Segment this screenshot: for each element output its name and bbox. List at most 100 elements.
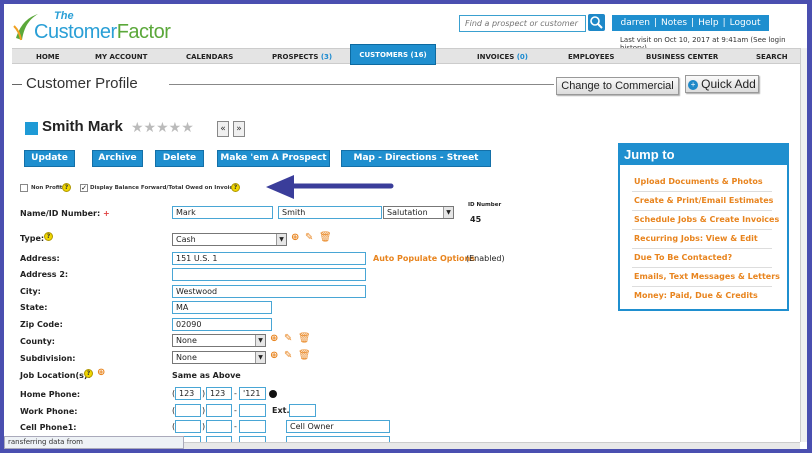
work-phone-ext[interactable] [289,404,316,417]
state-field[interactable]: MA [172,301,272,314]
salutation-select[interactable]: Salutation ▼ [383,206,454,219]
phone-dash: - [234,389,237,398]
address-field[interactable]: 151 U.S. 1 [172,252,366,265]
type-select[interactable]: Cash ▼ [172,233,287,246]
county-label: County: [20,337,55,346]
customer-name: Smith Mark [42,118,123,135]
search-input[interactable] [459,15,586,32]
work-phone-prefix[interactable] [206,404,232,417]
logout-link[interactable]: Logout [730,18,761,28]
jump-emails-texts[interactable]: Emails, Text Messages & Letters [634,272,780,281]
edit-pencil-icon[interactable]: ✎ [305,232,313,243]
update-button[interactable]: Update [24,150,75,167]
delete-trash-icon[interactable]: 🗑 [298,333,311,344]
work-phone-area[interactable] [175,404,201,417]
job-location-help-icon[interactable]: ? [84,369,93,378]
make-prospect-button[interactable]: Make 'em A Prospect [217,150,330,167]
address2-field[interactable] [172,268,366,281]
vertical-scrollbar[interactable] [800,48,807,442]
jump-money[interactable]: Money: Paid, Due & Credits [634,291,758,300]
jump-schedule-jobs[interactable]: Schedule Jobs & Create Invoices [634,215,779,224]
display-balance-checkbox[interactable]: ✓ [80,184,88,192]
county-select[interactable]: None ▼ [172,334,266,347]
add-type-icon[interactable]: ⊕ [291,232,299,243]
search-button[interactable] [588,14,605,31]
archive-button[interactable]: Archive [92,150,143,167]
nav-invoices[interactable]: INVOICES (0) [477,49,528,65]
map-directions-button[interactable]: Map - Directions - Street View [341,150,491,178]
jump-divider [632,286,772,287]
non-profit-help-icon[interactable]: ? [62,183,71,192]
phone-dial-icon[interactable] [269,390,277,398]
user-bar-sep: | [722,18,726,28]
status-bar: ransferring data from www.thecustomerfac… [4,436,184,449]
jump-estimates[interactable]: Create & Print/Email Estimates [634,196,773,205]
nav-business-center[interactable]: BUSINESS CENTER [646,49,718,65]
title-rule-right [169,84,554,85]
chevron-down-icon: ▼ [255,352,265,363]
prev-customer-button[interactable]: « [217,121,229,137]
plus-circle-icon: + [688,80,699,90]
jump-due-contacted[interactable]: Due To Be Contacted? [634,253,732,262]
help-link[interactable]: Help [698,18,719,28]
logo-wordmark: CustomerFactor [34,21,171,44]
job-location-label: Job Location(s): [20,371,91,380]
first-name-field[interactable]: Mark [172,206,273,219]
delete-trash-icon[interactable]: 🗑 [319,232,332,243]
logo[interactable]: The CustomerFactor [12,10,182,46]
name-id-label: Name/ID Number: + [20,209,110,218]
work-phone-label: Work Phone: [20,407,78,416]
jump-upload-documents[interactable]: Upload Documents & Photos [634,177,763,186]
delete-trash-icon[interactable]: 🗑 [298,350,311,361]
rating-stars[interactable]: ★★★★★ [131,120,194,136]
notes-link[interactable]: Notes [661,18,687,28]
type-help-icon[interactable]: ? [44,232,53,241]
add-job-location-icon[interactable]: ⊕ [97,367,105,378]
auto-populate-link[interactable]: Auto Populate Options [373,254,475,263]
home-phone-label: Home Phone: [20,390,81,399]
nav-search[interactable]: SEARCH [756,49,788,65]
city-field[interactable]: Westwood [172,285,366,298]
nav-my-account[interactable]: MY ACCOUNT [95,49,147,65]
home-phone-area[interactable]: 123 [175,387,201,400]
logo-factor: Factor [116,21,171,43]
cell-owner-field[interactable]: Cell Owner [286,420,390,433]
nav-invoices-count: (0) [516,53,528,61]
nav-my-account-label: MY ACCOUNT [95,53,148,61]
edit-pencil-icon[interactable]: ✎ [284,350,292,361]
nav-prospects[interactable]: PROSPECTS (3) [272,49,332,65]
edit-pencil-icon[interactable]: ✎ [284,333,292,344]
add-subdivision-icon[interactable]: ⊕ [270,350,278,361]
user-bar: darren | Notes | Help | Logout [612,15,769,31]
last-name-field[interactable]: Smith [278,206,382,219]
customer-color-square [25,122,38,135]
home-phone-line[interactable]: '121 [239,387,266,400]
change-to-commercial-button[interactable]: Change to Commercial [556,77,679,95]
cell-phone-area[interactable] [175,420,201,433]
nav-employees[interactable]: EMPLOYEES [568,49,614,65]
work-phone-line[interactable] [239,404,266,417]
subdivision-select[interactable]: None ▼ [172,351,266,364]
nav-customers[interactable]: CUSTOMERS (16) [350,44,436,65]
next-customer-button[interactable]: » [233,121,245,137]
annotation-arrow-icon [266,175,394,199]
nav-home[interactable]: HOME [36,49,60,65]
user-name[interactable]: darren [620,18,650,28]
home-phone-prefix[interactable]: 123 [206,387,232,400]
zip-field[interactable]: 02090 [172,318,272,331]
jump-recurring-jobs[interactable]: Recurring Jobs: View & Edit [634,234,758,243]
jump-divider [632,248,772,249]
chevron-down-icon: ▼ [443,207,453,218]
non-profit-checkbox[interactable] [20,184,28,192]
cell-phone-line[interactable] [239,420,266,433]
display-balance-help-icon[interactable]: ? [231,183,240,192]
cell-phone-prefix[interactable] [206,420,232,433]
nav-calendars[interactable]: CALENDARS [186,49,233,65]
quick-add-button[interactable]: + Quick Add [685,75,759,93]
nav-search-label: SEARCH [756,53,788,61]
add-county-icon[interactable]: ⊕ [270,333,278,344]
required-mark: + [103,209,110,218]
county-value: None [176,336,197,345]
nav-prospects-label: PROSPECTS [272,53,319,61]
delete-button[interactable]: Delete [155,150,204,167]
